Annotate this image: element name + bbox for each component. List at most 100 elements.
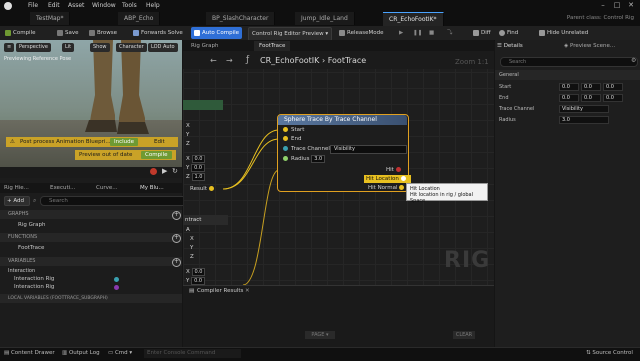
mode-icon	[339, 29, 345, 36]
release-mode-button[interactable]: ReleaseMode	[336, 27, 386, 39]
close-icon[interactable]: ✕	[626, 1, 636, 10]
tab-my-blueprint[interactable]: My Blu...	[140, 183, 164, 193]
breadcrumb-root[interactable]: CR_EchoFootIK	[260, 56, 319, 65]
back-arrow-icon[interactable]: ←	[210, 56, 217, 65]
tab-foottrace[interactable]: FootTrace	[254, 41, 291, 51]
lod-button[interactable]: LOD Auto	[148, 43, 178, 52]
tab-jump-idle-land[interactable]: Jump_Idle_Land	[295, 12, 355, 25]
section-variables[interactable]: VARIABLES	[0, 257, 182, 266]
tab-curve-container[interactable]: Curve...	[96, 183, 117, 193]
tab-details[interactable]: ☰ Details	[497, 43, 523, 49]
add-function-icon[interactable]: +	[172, 234, 181, 243]
settings-icon[interactable]: ⚙	[631, 57, 636, 64]
pause-button[interactable]: ❚❚	[410, 27, 425, 39]
show-button[interactable]: Show	[90, 43, 110, 52]
unreal-logo-icon[interactable]	[4, 2, 12, 10]
hide-unrelated-button[interactable]: Hide Unrelated	[536, 27, 591, 39]
end-z[interactable]: 0.0	[603, 94, 623, 102]
viewport-compile-button[interactable]: Compile	[141, 151, 172, 159]
tab-rig-hierarchy[interactable]: Rig Hie...	[4, 183, 29, 193]
find-button[interactable]: Find	[496, 27, 521, 39]
tab-preview-scene[interactable]: ◈ Preview Scene...	[564, 43, 615, 49]
search-icon: ⌕	[33, 197, 37, 204]
radius-input[interactable]: 3.0	[559, 116, 609, 124]
menu-file[interactable]: File	[28, 2, 38, 9]
menu-asset[interactable]: Asset	[68, 2, 84, 9]
parent-class-label: Parent class: Control Rig	[566, 15, 634, 21]
end-y[interactable]: 0.0	[581, 94, 601, 102]
close-icon[interactable]: ✕	[245, 288, 250, 294]
section-functions[interactable]: FUNCTIONS	[0, 233, 182, 242]
start-y[interactable]: 0.0	[581, 83, 601, 91]
viewport-menu-button[interactable]: ≡	[4, 43, 15, 52]
pin-start[interactable]: Start	[283, 126, 304, 134]
forward-arrow-icon[interactable]: →	[226, 56, 233, 65]
variable-interaction-rig-2[interactable]: Interaction Rig	[14, 283, 54, 292]
start-z[interactable]: 0.0	[603, 83, 623, 91]
compiler-results-icon: ▤	[189, 288, 195, 294]
tooltip-body: Hit location in rig / global Space	[410, 192, 474, 204]
record-icon[interactable]	[150, 168, 157, 175]
menu-edit[interactable]: Edit	[48, 2, 60, 9]
search-input[interactable]: Search	[40, 196, 188, 206]
cmd-dropdown[interactable]: ▭ Cmd ▾	[108, 349, 132, 358]
function-item-foottrace[interactable]: FootTrace	[18, 244, 44, 253]
pin-end[interactable]: End	[283, 135, 301, 143]
trace-channel-dropdown[interactable]: Visibility	[330, 145, 407, 154]
auto-compile-button[interactable]: Auto Compile	[191, 27, 243, 39]
minimize-icon[interactable]: –	[598, 1, 608, 10]
browse-button[interactable]: Browse	[86, 27, 120, 39]
tab-cr-echofootik[interactable]: CR_EchoFootIK*	[383, 12, 444, 26]
console-command-input[interactable]: Enter Console Command	[144, 349, 241, 358]
pin-trace-channel[interactable]: Trace Channel	[283, 145, 330, 153]
trace-channel-select[interactable]: Visibility	[559, 105, 609, 113]
page-button[interactable]: PAGE ▾	[305, 331, 335, 339]
play-button[interactable]: ▶	[396, 27, 406, 39]
tab-testmap[interactable]: TestMap*	[30, 12, 71, 25]
play-icon[interactable]: ▶	[162, 167, 167, 175]
pin-hit[interactable]: Hit	[386, 166, 404, 174]
lit-button[interactable]: Lit	[62, 43, 75, 52]
tab-abp-echo[interactable]: ABP_Echo	[118, 12, 161, 25]
compile-button[interactable]: Compile	[2, 27, 39, 39]
pin-hit-normal[interactable]: Hit Normal	[368, 184, 407, 192]
character-button[interactable]: Character	[116, 43, 147, 52]
add-button[interactable]: + Add	[4, 196, 30, 206]
details-search-input[interactable]: Search	[500, 57, 638, 67]
variable-type-icon	[114, 285, 119, 290]
maximize-icon[interactable]: □	[612, 1, 622, 10]
diff-button[interactable]: Diff	[470, 27, 494, 39]
preview-dropdown[interactable]: Control Rig Editor Preview ▾	[248, 27, 333, 41]
source-control-button[interactable]: ⇅ Source Control	[586, 349, 633, 358]
start-x[interactable]: 0.0	[559, 83, 579, 91]
compiler-results-title: Compiler Results	[197, 288, 244, 294]
section-graphs[interactable]: GRAPHS	[0, 210, 182, 219]
breadcrumb: CR_EchoFootIK › FootTrace	[260, 56, 366, 65]
forwards-solve-button[interactable]: Forwards Solve	[130, 27, 186, 39]
add-graph-icon[interactable]: +	[172, 211, 181, 220]
perspective-button[interactable]: Perspective	[16, 43, 51, 52]
stop-button[interactable]: ■	[426, 27, 437, 39]
end-x[interactable]: 0.0	[559, 94, 579, 102]
menu-help[interactable]: Help	[146, 2, 160, 9]
output-log-button[interactable]: ▥ Output Log	[62, 349, 100, 358]
breadcrumb-leaf[interactable]: FootTrace	[328, 56, 366, 65]
step-button[interactable]: ⤵	[444, 27, 456, 39]
edit-button[interactable]: Edit	[154, 137, 165, 147]
clear-button[interactable]: CLEAR	[453, 331, 475, 339]
graph-item-rig-graph[interactable]: Rig Graph	[18, 221, 45, 230]
pin-hit-location[interactable]: Hit Location	[364, 175, 411, 183]
content-drawer-button[interactable]: ▤ Content Drawer	[4, 349, 55, 358]
include-button[interactable]: Include	[110, 138, 139, 146]
tab-execution-stack[interactable]: Executi...	[50, 183, 75, 193]
tab-rig-graph[interactable]: Rig Graph	[186, 41, 223, 51]
save-button[interactable]: Save	[54, 27, 82, 39]
section-local-variables[interactable]: LOCAL VARIABLES (FOOTTRACE_SUBGRAPH)	[0, 294, 182, 303]
add-variable-icon[interactable]: +	[172, 258, 181, 267]
section-general[interactable]: General	[495, 70, 640, 80]
menu-tools[interactable]: Tools	[122, 2, 137, 9]
loop-icon[interactable]: ↻	[172, 167, 178, 175]
pin-radius[interactable]: Radius 3.0	[283, 155, 326, 163]
tab-bp-slashcharacter[interactable]: BP_SlashCharacter	[206, 12, 276, 25]
menu-window[interactable]: Window	[92, 2, 116, 9]
